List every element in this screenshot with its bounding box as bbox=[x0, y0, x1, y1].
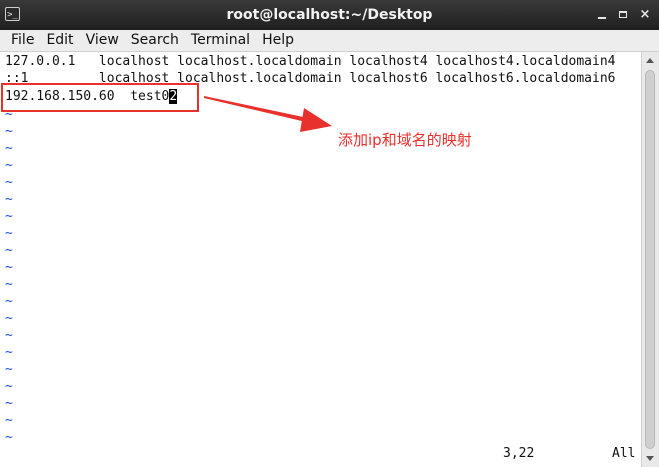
empty-line-tilde: ~ bbox=[5, 209, 13, 224]
menu-bar: File Edit View Search Terminal Help bbox=[0, 30, 659, 52]
empty-line-tilde: ~ bbox=[5, 379, 13, 394]
menu-terminal[interactable]: Terminal bbox=[185, 30, 256, 51]
annotation-arrow-icon bbox=[204, 96, 332, 132]
empty-line-tilde: ~ bbox=[5, 277, 13, 292]
scroll-thumb[interactable] bbox=[645, 70, 655, 449]
menu-edit[interactable]: Edit bbox=[40, 30, 79, 51]
scroll-down-icon[interactable] bbox=[646, 456, 654, 461]
menu-file[interactable]: File bbox=[0, 30, 40, 51]
empty-line-tilde: ~ bbox=[5, 260, 13, 275]
menu-view[interactable]: View bbox=[80, 30, 125, 51]
minimize-icon bbox=[598, 17, 606, 19]
maximize-icon bbox=[619, 11, 627, 18]
maximize-button[interactable] bbox=[616, 8, 630, 22]
scroll-up-icon[interactable] bbox=[646, 58, 654, 63]
empty-line-tilde: ~ bbox=[5, 226, 13, 241]
empty-line-tilde: ~ bbox=[5, 141, 13, 156]
scroll-position: All bbox=[612, 446, 636, 461]
annotation-label: 添加ip和域名的映射 bbox=[338, 131, 472, 149]
empty-line-tilde: ~ bbox=[5, 396, 13, 411]
title-bar[interactable]: >_ root@localhost:~/Desktop × bbox=[0, 0, 659, 31]
annotation-highlight-box bbox=[1, 83, 199, 112]
menu-search[interactable]: Search bbox=[125, 30, 185, 51]
empty-line-tilde: ~ bbox=[5, 362, 13, 377]
minimize-button[interactable] bbox=[595, 8, 609, 22]
empty-line-tilde: ~ bbox=[5, 124, 13, 139]
empty-line-tilde: ~ bbox=[5, 243, 13, 258]
empty-line-tilde: ~ bbox=[5, 328, 13, 343]
hosts-line-1: 127.0.0.1 localhost localhost.localdomai… bbox=[5, 54, 616, 69]
empty-line-tilde: ~ bbox=[5, 345, 13, 360]
window-title: root@localhost:~/Desktop bbox=[226, 7, 433, 23]
empty-line-tilde: ~ bbox=[5, 413, 13, 428]
vertical-scrollbar[interactable] bbox=[641, 52, 659, 467]
menu-help[interactable]: Help bbox=[256, 30, 300, 51]
empty-line-tilde: ~ bbox=[5, 175, 13, 190]
empty-line-tilde: ~ bbox=[5, 430, 13, 445]
close-button[interactable]: × bbox=[638, 8, 652, 22]
empty-line-tilde: ~ bbox=[5, 158, 13, 173]
cursor-position: 3,22 bbox=[503, 446, 535, 461]
empty-line-tilde: ~ bbox=[5, 192, 13, 207]
empty-line-tilde: ~ bbox=[5, 311, 13, 326]
empty-line-tilde: ~ bbox=[5, 294, 13, 309]
